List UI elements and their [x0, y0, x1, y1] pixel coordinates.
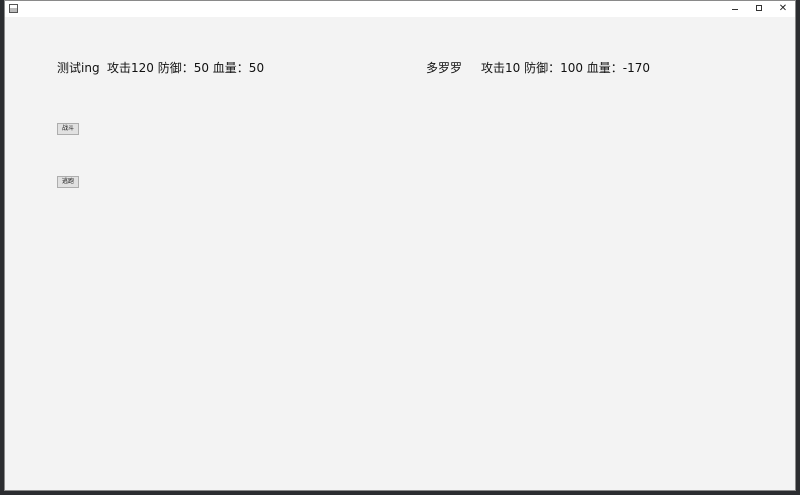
app-window-icon [9, 4, 18, 13]
maximize-icon [756, 5, 762, 11]
minimize-icon [732, 9, 738, 10]
close-icon: ✕ [778, 3, 788, 14]
flee-button[interactable]: 逃跑 [57, 176, 79, 188]
player-stats: 攻击120 防御：50 血量：50 [107, 61, 265, 75]
game-window: ✕ 测试ing 攻击120 防御：50 血量：50 多罗罗 攻击10 防御：10… [4, 0, 796, 491]
player-name: 测试ing [57, 61, 100, 75]
close-button[interactable]: ✕ [771, 1, 795, 17]
minimize-button[interactable] [723, 1, 747, 17]
enemy-stats: 攻击10 防御：100 血量：-170 [481, 61, 651, 75]
maximize-button[interactable] [747, 1, 771, 17]
title-bar[interactable]: ✕ [5, 1, 795, 17]
enemy-name: 多罗罗 [426, 61, 463, 75]
fight-button[interactable]: 战斗 [57, 123, 79, 135]
